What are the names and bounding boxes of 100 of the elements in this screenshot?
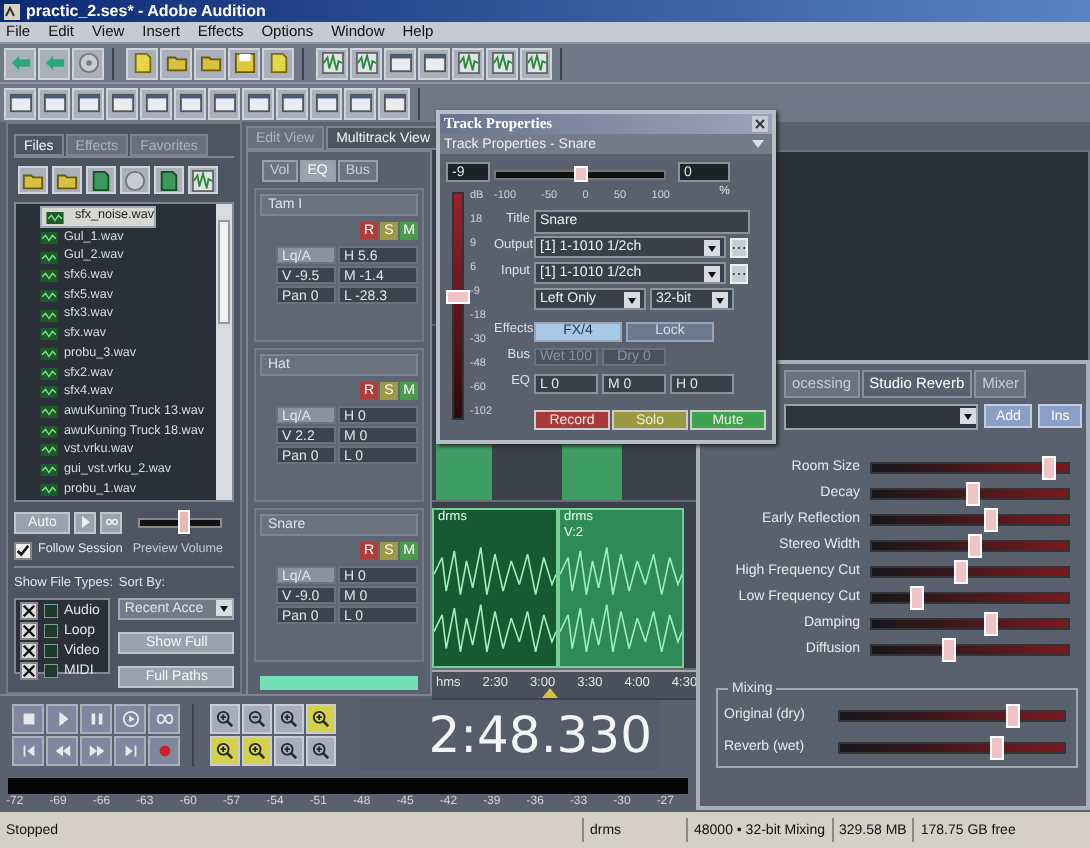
toolbar-button[interactable] [316, 47, 348, 79]
play-button[interactable] [74, 511, 97, 533]
toolbar-button[interactable] [160, 47, 192, 79]
document-icon [267, 52, 289, 74]
toolbar-button[interactable] [4, 47, 36, 79]
zoom-in-icon [280, 709, 298, 727]
checkbox[interactable] [20, 642, 38, 660]
toolbar-button[interactable] [120, 166, 150, 194]
dropdown-arrow-icon [216, 600, 233, 616]
transport-button[interactable] [12, 735, 44, 765]
volume-fader[interactable] [452, 192, 464, 420]
toolbar-button[interactable] [242, 87, 274, 119]
toolbar-button[interactable] [344, 87, 376, 119]
toolbar-button[interactable] [140, 87, 172, 119]
zoom-button[interactable] [210, 735, 240, 765]
arrow-icon [43, 52, 65, 74]
toolbar-button[interactable] [228, 47, 260, 79]
checkbox[interactable] [14, 541, 32, 559]
toolbar-button[interactable] [452, 47, 484, 79]
more-button[interactable] [730, 263, 748, 283]
slider-thumb[interactable] [953, 559, 968, 583]
audio-clip[interactable] [562, 444, 622, 500]
toolbar-button[interactable] [310, 87, 342, 119]
preset-dropdown[interactable] [784, 403, 978, 429]
zoom-in-icon [216, 741, 234, 759]
transport-button[interactable] [80, 703, 112, 733]
window-icon [315, 92, 337, 114]
loop-icon [155, 709, 173, 727]
transport-button[interactable] [80, 735, 112, 765]
toolbar-button[interactable] [154, 166, 184, 194]
zoom-button[interactable] [306, 735, 336, 765]
zoom-button[interactable] [210, 703, 240, 733]
slider-thumb[interactable] [1005, 703, 1020, 727]
transport-button[interactable] [114, 703, 146, 733]
scroll-bar[interactable] [216, 204, 232, 500]
audio-file-icon [40, 406, 58, 419]
toolbar-button[interactable] [378, 87, 410, 119]
toolbar-button[interactable] [72, 87, 104, 119]
slider-thumb[interactable] [177, 509, 190, 533]
toolbar-button[interactable] [194, 47, 226, 79]
pan-slider[interactable] [494, 170, 666, 180]
transport-button[interactable] [46, 735, 78, 765]
toolbar-button[interactable] [276, 87, 308, 119]
transport-button[interactable] [114, 735, 146, 765]
fast-forward-icon [87, 741, 105, 759]
checkbox[interactable] [20, 622, 38, 640]
toolbar-button[interactable] [262, 47, 294, 79]
zoom-button[interactable] [274, 703, 304, 733]
toolbar-button[interactable] [384, 47, 416, 79]
slider-thumb[interactable] [966, 481, 981, 505]
window-icon [247, 92, 269, 114]
checkbox[interactable] [20, 602, 38, 620]
window-icon [349, 92, 371, 114]
folder-icon [199, 52, 221, 74]
dropdown-arrow-icon [960, 408, 976, 424]
slider-thumb[interactable] [983, 611, 997, 635]
toolbar-button[interactable] [126, 47, 158, 79]
window-icon [213, 92, 235, 114]
document-icon [158, 169, 180, 191]
toolbar-button[interactable] [486, 47, 518, 79]
checkbox[interactable] [20, 662, 38, 680]
toolbar-button[interactable] [38, 47, 70, 79]
toolbar-button[interactable] [174, 87, 206, 119]
toolbar-button[interactable] [350, 47, 382, 79]
scroll-bar[interactable] [260, 676, 418, 690]
toolbar-button[interactable] [520, 47, 552, 79]
record-icon [155, 741, 173, 759]
zoom-button[interactable] [274, 735, 304, 765]
transport-button[interactable] [148, 703, 180, 733]
slider-thumb[interactable] [910, 585, 925, 609]
toolbar-button[interactable] [106, 87, 138, 119]
slider-thumb[interactable] [989, 735, 1004, 759]
toolbar-button[interactable] [188, 166, 218, 194]
transport-button[interactable] [12, 703, 44, 733]
toolbar-button[interactable] [72, 47, 104, 79]
slider-thumb[interactable] [968, 533, 983, 557]
dropdown-arrow-icon [712, 291, 728, 307]
toolbar-button[interactable] [52, 166, 82, 194]
slider-thumb[interactable] [573, 166, 587, 182]
zoom-button[interactable] [242, 735, 272, 765]
loop-button[interactable] [100, 511, 123, 533]
slider-thumb[interactable] [983, 507, 997, 531]
toolbar-button[interactable] [208, 87, 240, 119]
zoom-button[interactable] [242, 703, 272, 733]
toolbar-button[interactable] [86, 166, 116, 194]
window-title: practic_2.ses* - Adobe Audition [26, 3, 266, 19]
toolbar-button[interactable] [38, 87, 70, 119]
transport-button[interactable] [46, 703, 78, 733]
toolbar-button[interactable] [18, 166, 48, 194]
slider-thumb[interactable] [941, 637, 956, 661]
toolbar-button[interactable] [418, 47, 450, 79]
more-button[interactable] [730, 237, 748, 257]
toolbar-button[interactable] [4, 87, 36, 119]
fader-thumb[interactable] [446, 290, 470, 305]
slider-thumb[interactable] [1041, 455, 1056, 479]
zoom-button[interactable] [306, 703, 336, 733]
audio-clip[interactable] [436, 444, 492, 500]
transport-button[interactable] [148, 735, 180, 765]
close-icon[interactable] [752, 116, 768, 132]
zoom-in-icon [248, 741, 266, 759]
